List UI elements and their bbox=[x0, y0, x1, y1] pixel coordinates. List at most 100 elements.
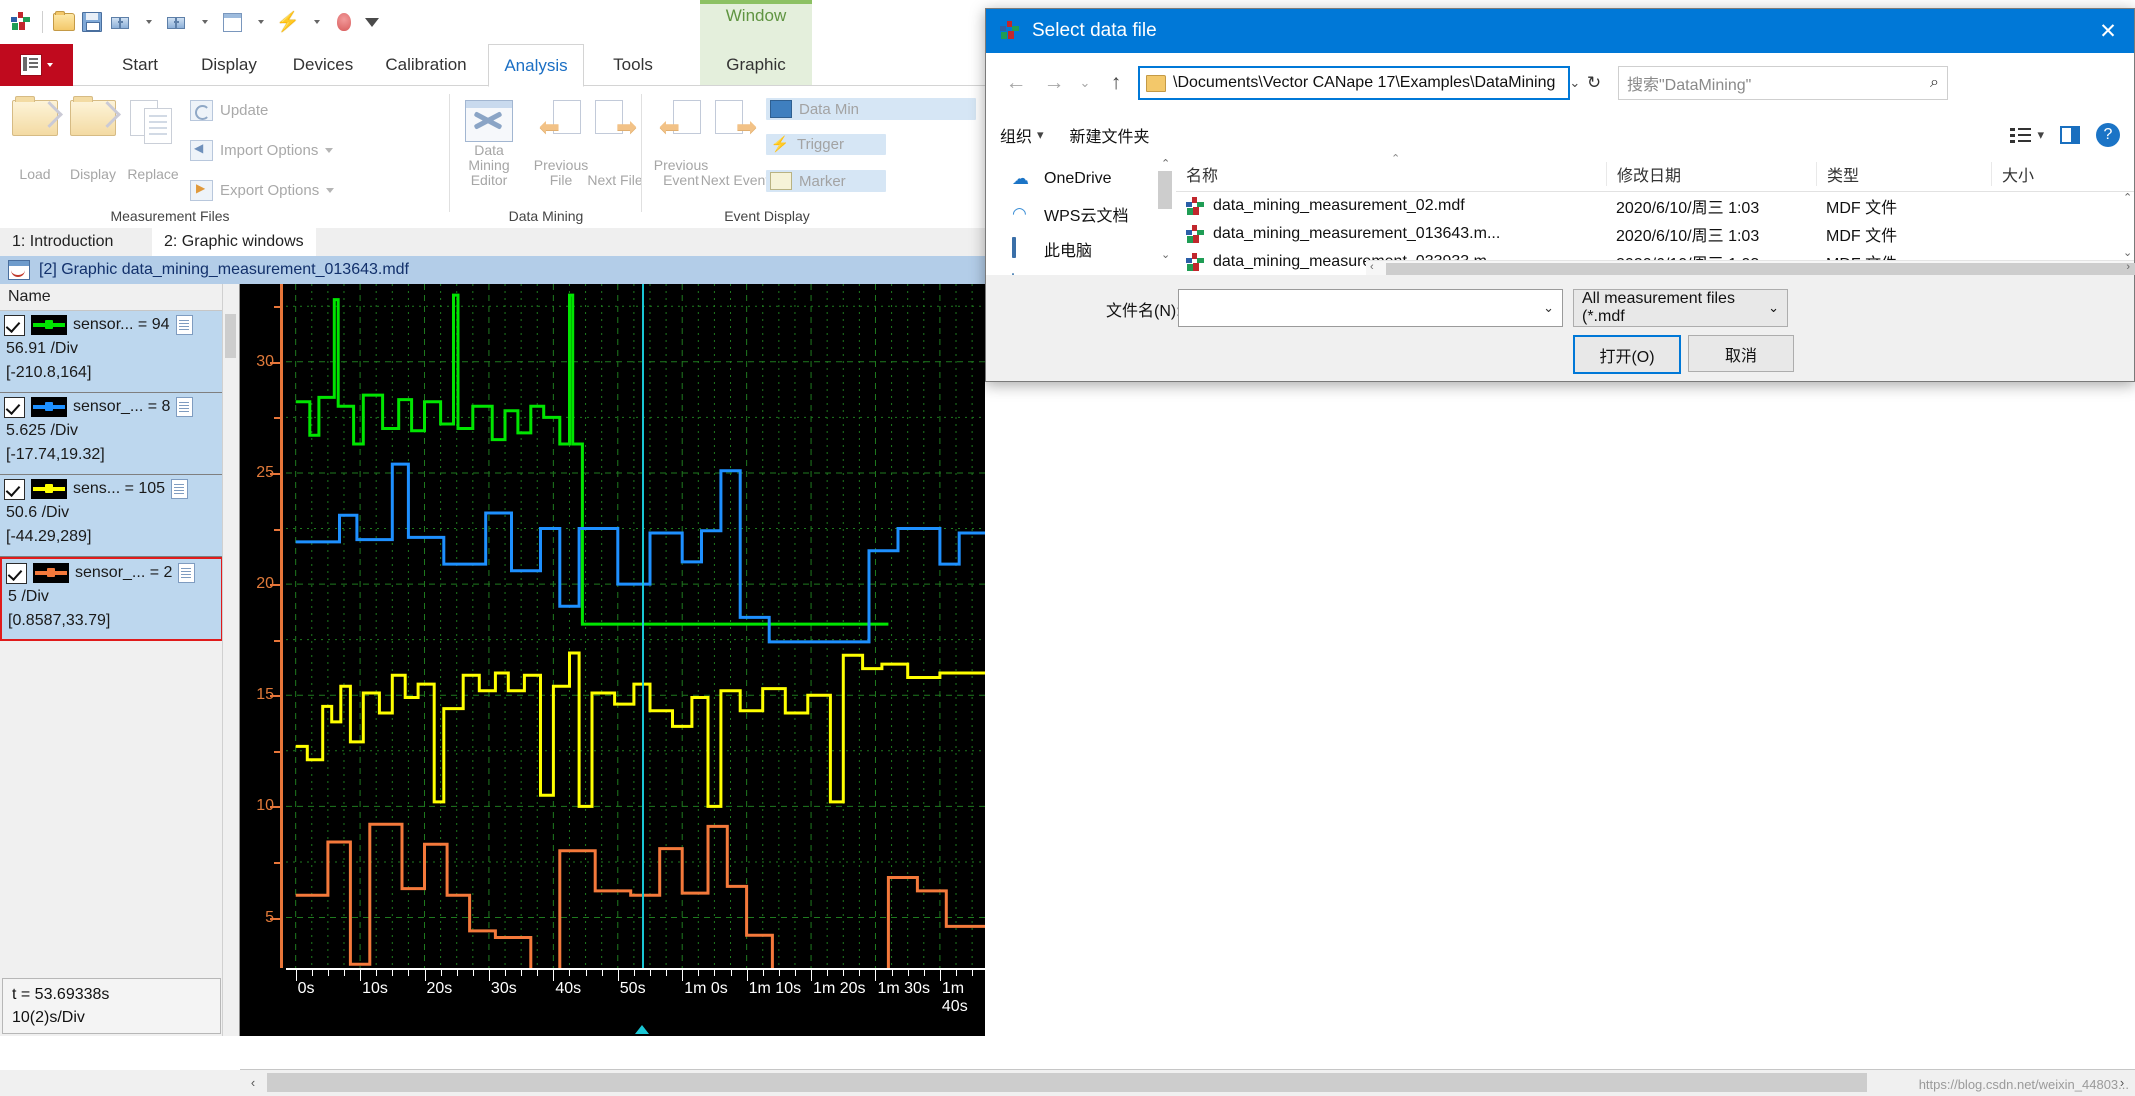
measurement-icon-1[interactable] bbox=[107, 9, 133, 35]
tab-display[interactable]: Display bbox=[186, 44, 272, 86]
filename-caret-icon[interactable]: ⌄ bbox=[1543, 300, 1554, 316]
signal-3-checkbox[interactable] bbox=[4, 478, 25, 500]
file-list-vertical-scrollbar[interactable]: ⌃ ⌄ bbox=[2120, 157, 2134, 277]
select-data-file-dialog[interactable]: Select data file ✕ ← → ⌄ ↑ \Documents\Ve… bbox=[985, 8, 2135, 382]
update-button[interactable]: Update bbox=[190, 100, 268, 121]
place-this-pc[interactable]: 此电脑 bbox=[986, 231, 1176, 266]
signal-row-1[interactable]: sensor... = 94 56.91 /Div [-210.8,164] bbox=[0, 311, 223, 393]
time-cursor-line[interactable] bbox=[641, 284, 644, 1002]
x-axis-tick bbox=[859, 968, 861, 976]
signal-4-checkbox[interactable] bbox=[6, 562, 27, 584]
signal-row-2[interactable]: sensor_... = 8 5.625 /Div [-17.74,19.32] bbox=[0, 393, 223, 475]
place-wps-cloud[interactable]: ◠ WPS云文档 bbox=[986, 196, 1176, 231]
doc-tab-introduction[interactable]: 1: Introduction bbox=[0, 228, 125, 256]
signal-2-checkbox[interactable] bbox=[4, 396, 25, 418]
record-icon[interactable] bbox=[331, 9, 357, 35]
signal-list-scrollbar[interactable] bbox=[222, 284, 239, 1036]
tab-analysis[interactable]: Analysis bbox=[488, 44, 584, 87]
column-header-type[interactable]: 类型 bbox=[1816, 162, 1991, 186]
file-scroll-up-icon[interactable]: ⌃ bbox=[2123, 191, 2132, 204]
arrow-left-icon[interactable]: ← bbox=[1000, 67, 1032, 99]
save-disk-icon[interactable] bbox=[79, 9, 105, 35]
file-row-2[interactable]: data_mining_measurement_013643.m... 2020… bbox=[1176, 220, 2134, 248]
cancel-button[interactable]: 取消 bbox=[1688, 335, 1794, 372]
arrow-up-icon[interactable]: ↑ bbox=[1100, 67, 1132, 99]
close-icon[interactable]: ✕ bbox=[2082, 9, 2134, 53]
triangle-down-icon[interactable] bbox=[359, 9, 385, 35]
measurement-1-caret-icon[interactable] bbox=[135, 9, 161, 35]
help-icon[interactable]: ? bbox=[2096, 123, 2120, 147]
filename-input[interactable]: ⌄ bbox=[1178, 289, 1563, 327]
file-scroll-down-icon[interactable]: ⌄ bbox=[2123, 246, 2132, 259]
signal-list-scroll-thumb[interactable] bbox=[225, 314, 236, 358]
arrow-right-icon[interactable]: → bbox=[1038, 67, 1070, 99]
address-bar[interactable]: \Documents\Vector CANape 17\Examples\Dat… bbox=[1138, 66, 1580, 100]
import-options-button[interactable]: Import Options bbox=[190, 140, 334, 161]
display-button[interactable]: Display bbox=[62, 94, 124, 186]
time-cursor-marker[interactable] bbox=[634, 1025, 649, 1034]
data-mining-bar-icon bbox=[770, 100, 792, 118]
event-item-marker[interactable]: Marker bbox=[766, 170, 886, 192]
tab-devices[interactable]: Devices bbox=[280, 44, 366, 86]
column-header-name[interactable]: ⌃ 名称 bbox=[1176, 153, 1606, 186]
search-box[interactable]: 搜索"DataMining" ⌕ bbox=[1618, 66, 1948, 100]
file-row-1[interactable]: data_mining_measurement_02.mdf 2020/6/10… bbox=[1176, 192, 2134, 220]
place-onedrive[interactable]: ☁ OneDrive bbox=[986, 161, 1176, 196]
replace-button[interactable]: Replace bbox=[122, 94, 184, 186]
x-axis-tick bbox=[408, 968, 410, 976]
signal-2-file-icon[interactable] bbox=[176, 397, 194, 417]
signal-1-checkbox[interactable] bbox=[4, 314, 25, 336]
column-header-modified[interactable]: 修改日期 bbox=[1606, 162, 1816, 186]
file-hscroll-right-icon[interactable]: › bbox=[2126, 261, 2130, 273]
signal-row-3[interactable]: sens... = 105 50.6 /Div [-44.29,289] bbox=[0, 475, 223, 557]
next-event-button[interactable]: ➡ Next Event bbox=[701, 94, 769, 188]
table-icon[interactable] bbox=[219, 9, 245, 35]
event-item-trigger[interactable]: ⚡ Trigger bbox=[766, 134, 886, 155]
signal-4-file-icon[interactable] bbox=[178, 563, 196, 583]
chevron-down-icon[interactable]: ⌄ bbox=[1076, 67, 1094, 99]
export-options-caret-icon[interactable] bbox=[326, 188, 335, 193]
graph-plot-area[interactable]: 51015202530 0s 10s 20s 30s 40s 50s 1m 0s 1m 10s… bbox=[240, 284, 985, 1036]
file-hscroll-left-icon[interactable]: ‹ bbox=[1370, 261, 1374, 273]
nav-scroll-thumb[interactable] bbox=[1158, 171, 1172, 209]
new-folder-button[interactable]: 新建文件夹 bbox=[1070, 123, 1150, 147]
doc-tab-graphic-windows[interactable]: 2: Graphic windows bbox=[152, 228, 316, 256]
y-axis-minor-tick bbox=[274, 861, 281, 864]
event-item-data-mining[interactable]: Data Min bbox=[766, 98, 976, 120]
lightning-icon[interactable]: ⚡ bbox=[275, 9, 301, 35]
data-mining-editor-button[interactable]: Data Mining Editor bbox=[458, 94, 520, 188]
organize-button[interactable]: 组织 ▾ bbox=[1000, 123, 1044, 147]
measurement-2-caret-icon[interactable] bbox=[191, 9, 217, 35]
signal-3-file-icon[interactable] bbox=[171, 479, 189, 499]
column-header-size[interactable]: 大小 bbox=[1991, 162, 2066, 186]
open-button[interactable]: 打开(O) bbox=[1573, 335, 1681, 374]
dialog-title-bar[interactable]: Select data file ✕ bbox=[986, 9, 2134, 53]
tab-start[interactable]: Start bbox=[105, 44, 175, 86]
file-menu-button[interactable] bbox=[0, 44, 73, 86]
lightning-caret-icon[interactable] bbox=[303, 9, 329, 35]
export-options-button[interactable]: Export Options bbox=[190, 180, 335, 201]
scroll-left-icon[interactable]: ‹ bbox=[240, 1070, 266, 1095]
refresh-icon[interactable]: ↻ bbox=[1576, 66, 1612, 100]
preview-pane-icon[interactable] bbox=[2060, 126, 2080, 144]
signal-1-file-icon[interactable] bbox=[175, 315, 193, 335]
open-folder-icon[interactable] bbox=[51, 9, 77, 35]
tab-calibration[interactable]: Calibration bbox=[372, 44, 480, 86]
nav-scroll-up-icon[interactable]: ⌃ bbox=[1161, 157, 1170, 170]
graph-scroll-thumb[interactable] bbox=[267, 1073, 1867, 1092]
graph-horizontal-scrollbar[interactable]: ‹ › bbox=[240, 1069, 2135, 1096]
tab-graphic[interactable]: Graphic bbox=[700, 44, 812, 86]
nav-scroll-down-icon[interactable]: ⌄ bbox=[1161, 248, 1170, 261]
file-hscroll-thumb[interactable] bbox=[1386, 263, 2135, 275]
tab-tools[interactable]: Tools bbox=[598, 44, 668, 86]
nav-pane-scrollbar[interactable]: ⌃ ⌄ bbox=[1158, 157, 1172, 277]
table-caret-icon[interactable] bbox=[247, 9, 273, 35]
view-mode-button[interactable]: ▾ bbox=[2010, 127, 2044, 144]
signal-row-4[interactable]: sensor_... = 2 5 /Div [0.8587,33.79] bbox=[0, 557, 223, 641]
x-axis-tick bbox=[424, 968, 426, 981]
next-file-button[interactable]: ➡ Next File bbox=[584, 94, 646, 188]
file-type-select[interactable]: All measurement files (*.mdf ⌄ bbox=[1573, 289, 1788, 327]
graphic-window-caption[interactable]: [2] Graphic data_mining_measurement_0136… bbox=[0, 256, 993, 284]
import-options-caret-icon[interactable] bbox=[325, 148, 334, 153]
measurement-icon-2[interactable] bbox=[163, 9, 189, 35]
